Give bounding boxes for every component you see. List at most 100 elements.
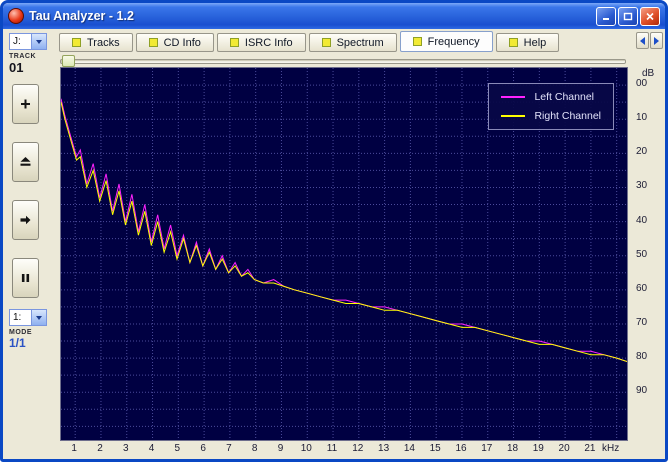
chart-area: Left Channel Right Channel dB 00 10 20 30 40 50…: [60, 67, 665, 441]
window-title: Tau Analyzer - 1.2: [29, 9, 134, 23]
y-tick-label: 30: [636, 180, 648, 192]
x-axis-unit: kHz: [602, 443, 620, 454]
chevron-down-icon[interactable]: [31, 310, 46, 325]
title-bar[interactable]: Tau Analyzer - 1.2: [3, 3, 665, 29]
eject-button[interactable]: [12, 142, 39, 182]
x-tick-label: 16: [455, 443, 467, 454]
sidebar: J: TRACK 01 1: MODE 1/1: [6, 29, 53, 459]
legend-item: Left Channel: [501, 91, 601, 103]
tab-scroll-left-button[interactable]: [636, 32, 649, 49]
y-tick-label: 40: [636, 214, 648, 226]
plus-icon: [21, 99, 30, 109]
minimize-button[interactable]: [596, 6, 616, 26]
slider-track[interactable]: [60, 59, 626, 64]
y-tick-label: 90: [636, 385, 648, 397]
scroll-right-icon: [654, 36, 659, 45]
y-tick-label: 60: [636, 282, 648, 294]
legend-item: Right Channel: [501, 110, 601, 122]
chart-legend: Left Channel Right Channel: [488, 83, 614, 130]
tab-label: Frequency: [427, 35, 480, 48]
tab-led-icon: [229, 38, 239, 47]
drive-select-value: J:: [13, 36, 21, 47]
tab-led-icon: [508, 38, 518, 47]
series-left-channel: [61, 98, 627, 362]
x-tick-label: 14: [403, 443, 415, 454]
mode-select-value: 1:: [13, 312, 22, 323]
maximize-icon: [623, 12, 633, 20]
tab-scroll: [636, 32, 663, 49]
plot-wrap: Left Channel Right Channel: [60, 67, 628, 441]
position-slider[interactable]: [60, 54, 626, 67]
track-label: TRACK: [9, 53, 36, 60]
chevron-down-icon[interactable]: [31, 34, 46, 49]
tab-label: Spectrum: [336, 36, 384, 49]
next-icon: [20, 215, 31, 225]
x-tick-label: 4: [148, 443, 155, 454]
tab-led-icon: [72, 38, 81, 47]
x-tick-label: 12: [352, 443, 364, 454]
legend-label: Right Channel: [534, 110, 601, 122]
x-tick-label: 20: [558, 443, 570, 454]
tab-tracks[interactable]: Tracks: [59, 33, 133, 52]
main-panel: Tracks CD Info ISRC Info Spectrum Frequency H…: [53, 29, 665, 459]
x-tick-label: 21: [584, 443, 596, 454]
x-axis-labels: 1 2 3 4 5 6 7 8 9 10 11 12 13 14 15 16 17 18 19 20 21 kHz: [60, 441, 626, 457]
scroll-left-icon: [640, 36, 645, 45]
x-tick-label: 6: [200, 443, 206, 454]
tab-bar-tabs: Tracks CD Info ISRC Info Spectrum Frequency H…: [59, 31, 562, 52]
x-tick-label: 7: [226, 443, 232, 454]
mode-value: 1/1: [9, 336, 26, 350]
series-right-channel: [61, 101, 627, 362]
tab-frequency[interactable]: Frequency: [399, 31, 493, 52]
mode-group: 1: MODE 1/1: [9, 309, 53, 350]
x-tick-label: 2: [97, 443, 103, 454]
app-window: Tau Analyzer - 1.2 J: TRACK 01 1: MODE 1…: [0, 0, 668, 462]
window-controls: [596, 6, 660, 26]
slider-thumb[interactable]: [62, 55, 75, 67]
x-tick-label: 18: [506, 443, 519, 454]
app-icon[interactable]: [8, 8, 24, 24]
pause-icon: [21, 274, 30, 282]
transport-controls: [12, 84, 53, 298]
y-tick-label: 10: [636, 112, 648, 124]
y-tick-label: 50: [636, 248, 648, 260]
next-button[interactable]: [12, 200, 39, 240]
legend-label: Left Channel: [534, 91, 594, 103]
close-button[interactable]: [640, 6, 660, 26]
x-tick-label: 1: [71, 443, 77, 454]
frequency-view: Left Channel Right Channel dB 00 10 20 30 40 50…: [53, 52, 665, 459]
x-tick-label: 15: [429, 443, 441, 454]
tab-label: CD Info: [163, 36, 201, 49]
tab-help[interactable]: Help: [495, 33, 560, 52]
eject-icon: [20, 157, 31, 166]
legend-line-icon: [501, 96, 526, 98]
tab-spectrum[interactable]: Spectrum: [308, 33, 397, 52]
close-icon: [646, 12, 654, 20]
maximize-button[interactable]: [618, 6, 638, 26]
x-tick-label: 5: [174, 443, 181, 454]
x-tick-label: 8: [251, 443, 258, 454]
x-tick-label: 10: [300, 443, 312, 454]
tab-label: ISRC Info: [244, 36, 293, 49]
drive-select[interactable]: J:: [9, 33, 47, 50]
x-tick-label: 9: [277, 443, 284, 454]
legend-line-icon: [501, 115, 526, 117]
y-tick-label: 80: [636, 351, 648, 363]
y-tick-label: 20: [636, 146, 648, 158]
y-axis-labels: dB 00 10 20 30 40 50 60 70 80 90: [628, 67, 665, 441]
mode-label: MODE: [9, 329, 32, 336]
tab-cd-info[interactable]: CD Info: [135, 33, 214, 52]
x-tick-label: 11: [326, 443, 338, 454]
y-tick-label: 70: [636, 316, 648, 328]
tab-bar: Tracks CD Info ISRC Info Spectrum Frequency H…: [53, 29, 665, 52]
tab-isrc-info[interactable]: ISRC Info: [216, 33, 306, 52]
x-tick-label: 3: [123, 443, 129, 454]
plus-button[interactable]: [12, 84, 39, 124]
track-number: 01: [9, 60, 24, 75]
x-tick-label: 19: [532, 443, 544, 454]
mode-select[interactable]: 1:: [9, 309, 47, 326]
pause-button[interactable]: [12, 258, 39, 298]
minimize-icon: [603, 17, 609, 20]
y-tick-label: 00: [636, 78, 648, 90]
tab-scroll-right-button[interactable]: [650, 32, 663, 49]
